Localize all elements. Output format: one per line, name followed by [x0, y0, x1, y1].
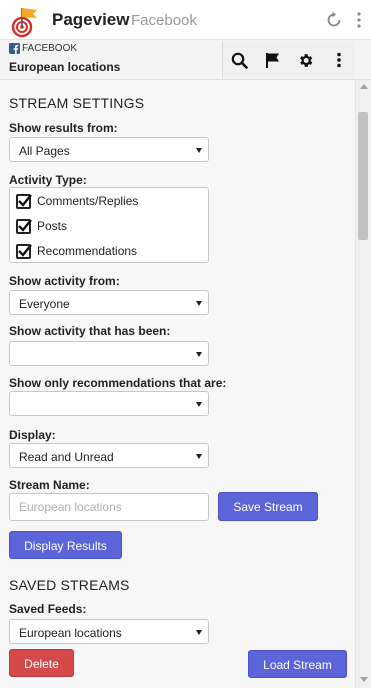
checkmark-icon	[18, 243, 32, 257]
checkmark-icon	[18, 218, 32, 232]
display-results-button[interactable]: Display Results	[9, 531, 122, 559]
show-results-from-label: Show results from:	[9, 121, 118, 135]
search-button[interactable]	[223, 41, 256, 79]
dropdown-caret-icon	[196, 301, 202, 306]
network-label: FACEBOOK	[22, 43, 78, 54]
stream-name-input[interactable]	[9, 493, 209, 521]
dropdown-caret-icon	[196, 402, 202, 407]
select-value: Everyone	[19, 297, 70, 311]
scrollbar[interactable]	[355, 80, 371, 688]
checkbox-label: Comments/Replies	[37, 194, 139, 208]
stream-toolbar	[222, 41, 355, 79]
activity-option-posts[interactable]: Posts	[16, 217, 67, 235]
checkbox[interactable]	[16, 218, 32, 234]
select-value: European locations	[19, 626, 122, 640]
search-icon	[231, 52, 248, 69]
display-label: Display:	[9, 428, 56, 442]
activity-type-label: Activity Type:	[9, 173, 87, 187]
dropdown-caret-icon	[196, 148, 202, 153]
more-vertical-icon	[336, 52, 341, 68]
checkbox-label: Posts	[37, 219, 68, 233]
display-select[interactable]: Read and Unread	[9, 443, 209, 468]
save-stream-button[interactable]: Save Stream	[218, 492, 318, 521]
saved-feeds-select[interactable]: European locations	[9, 619, 209, 644]
saved-feeds-label: Saved Feeds:	[9, 602, 87, 616]
checkbox[interactable]	[16, 193, 32, 209]
settings-button[interactable]	[289, 41, 322, 79]
refresh-icon[interactable]	[325, 11, 343, 29]
gear-icon	[300, 53, 313, 67]
show-activity-from-select[interactable]: Everyone	[9, 290, 209, 315]
stream-title: European locations	[9, 60, 121, 74]
select-value: All Pages	[19, 144, 70, 158]
stream-name-label: Stream Name:	[9, 478, 90, 492]
flag-button[interactable]	[256, 41, 289, 79]
activity-option-comments[interactable]: Comments/Replies	[16, 192, 138, 210]
select-value: Read and Unread	[19, 450, 114, 464]
app-title: Pageview	[52, 10, 130, 29]
scrollbar-thumb[interactable]	[358, 112, 368, 240]
dropdown-caret-icon	[196, 630, 202, 635]
app-titlebar: Pageview Facebook	[0, 0, 371, 40]
show-results-from-select[interactable]: All Pages	[9, 137, 209, 162]
scroll-up-arrow[interactable]	[360, 84, 368, 89]
facebook-icon	[9, 43, 20, 54]
app-logo	[11, 8, 37, 37]
saved-streams-heading: SAVED STREAMS	[9, 577, 130, 593]
show-only-recommendations-label: Show only recommendations that are:	[9, 376, 227, 390]
stream-settings-heading: STREAM SETTINGS	[9, 95, 145, 111]
show-activity-that-has-been-select[interactable]	[9, 341, 209, 366]
app-subtitle: Facebook	[131, 12, 197, 29]
checkmark-icon	[18, 193, 32, 207]
load-stream-button[interactable]: Load Stream	[248, 650, 347, 678]
activity-type-list: Comments/Replies Posts Recommendations	[9, 187, 209, 263]
scroll-down-arrow[interactable]	[360, 677, 368, 682]
checkbox-label: Recommendations	[37, 244, 138, 258]
activity-option-recommendations[interactable]: Recommendations	[16, 242, 137, 260]
flag-icon	[265, 52, 279, 68]
dropdown-caret-icon	[196, 454, 202, 459]
checkbox[interactable]	[16, 243, 32, 259]
delete-button[interactable]: Delete	[9, 649, 74, 677]
more-options-button[interactable]	[322, 41, 355, 79]
dropdown-caret-icon	[196, 352, 202, 357]
show-activity-from-label: Show activity from:	[9, 274, 120, 288]
more-vertical-icon[interactable]	[356, 11, 362, 29]
show-only-recommendations-select[interactable]	[9, 391, 209, 416]
show-activity-that-has-been-label: Show activity that has been:	[9, 324, 171, 338]
